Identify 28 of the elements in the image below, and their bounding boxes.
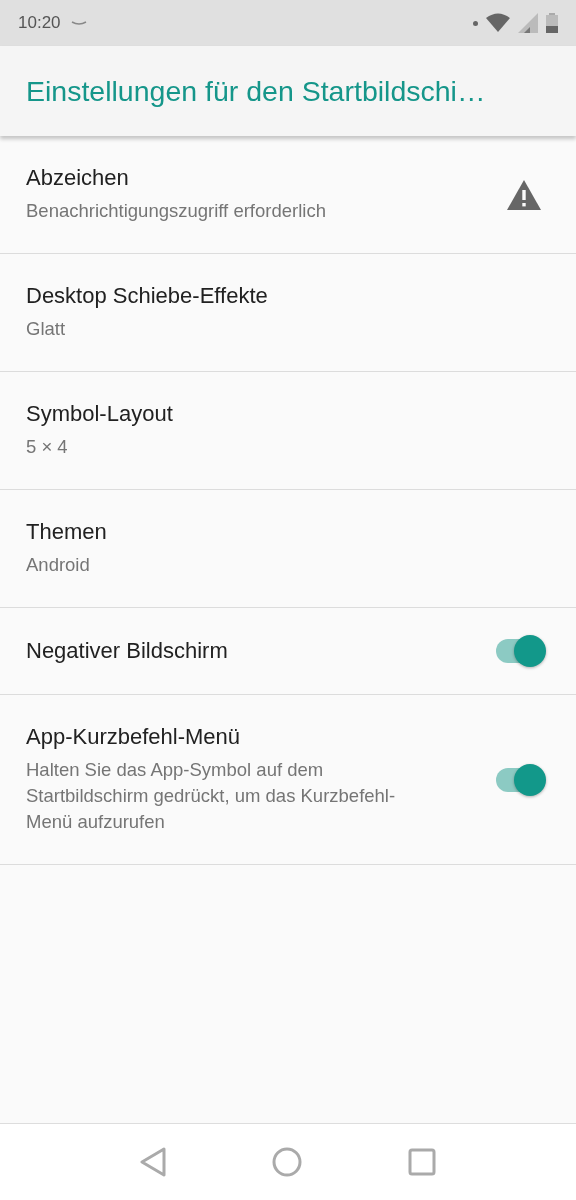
setting-summary: Android [26,553,91,577]
recents-icon[interactable] [408,1148,436,1176]
status-time: 10:20 [18,13,61,33]
home-icon[interactable] [272,1147,302,1177]
battery-icon [546,13,558,33]
back-icon[interactable] [140,1147,166,1177]
screen-title: Einstellungen für den Startbildschi… [26,74,486,108]
warning-icon [506,178,542,211]
setting-row[interactable]: Symbol-Layout 5 × 4 [0,372,576,490]
setting-title: Desktop Schiebe-Effekte [26,283,269,309]
setting-title: App-Kurzbefehl-Menü [26,724,241,750]
setting-title: Negativer Bildschirm [26,638,229,664]
setting-summary: Benachrichtigungszugriff erforderlich [26,199,327,223]
setting-row[interactable]: Negativer Bildschirm [0,608,576,695]
setting-summary: Halten Sie das App-Symbol auf dem Startbildschirm gedrückt, um das Kurzbefehl-Menü aufzurufen [26,758,396,834]
dot-icon [473,20,478,26]
setting-title: Abzeichen [26,165,130,191]
setting-title: Symbol-Layout [26,401,174,427]
setting-row[interactable]: Abzeichen Benachrichtigungszugriff erforderlich [0,136,576,254]
setting-row[interactable]: App-Kurzbefehl-Menü Halten Sie das App-Symbol auf dem Startbildschirm gedrückt, um das Kurzbefehl-Menü aufzurufen [0,695,576,865]
setting-row[interactable]: Desktop Schiebe-Effekte Glatt [0,254,576,372]
setting-row[interactable]: Themen Android [0,490,576,608]
setting-summary: Glatt [26,317,67,341]
wifi-icon [486,13,510,33]
setting-summary: 5 × 4 [26,435,69,459]
notification-icon [70,19,87,27]
signal-icon [518,13,538,33]
setting-title: Themen [26,519,108,545]
